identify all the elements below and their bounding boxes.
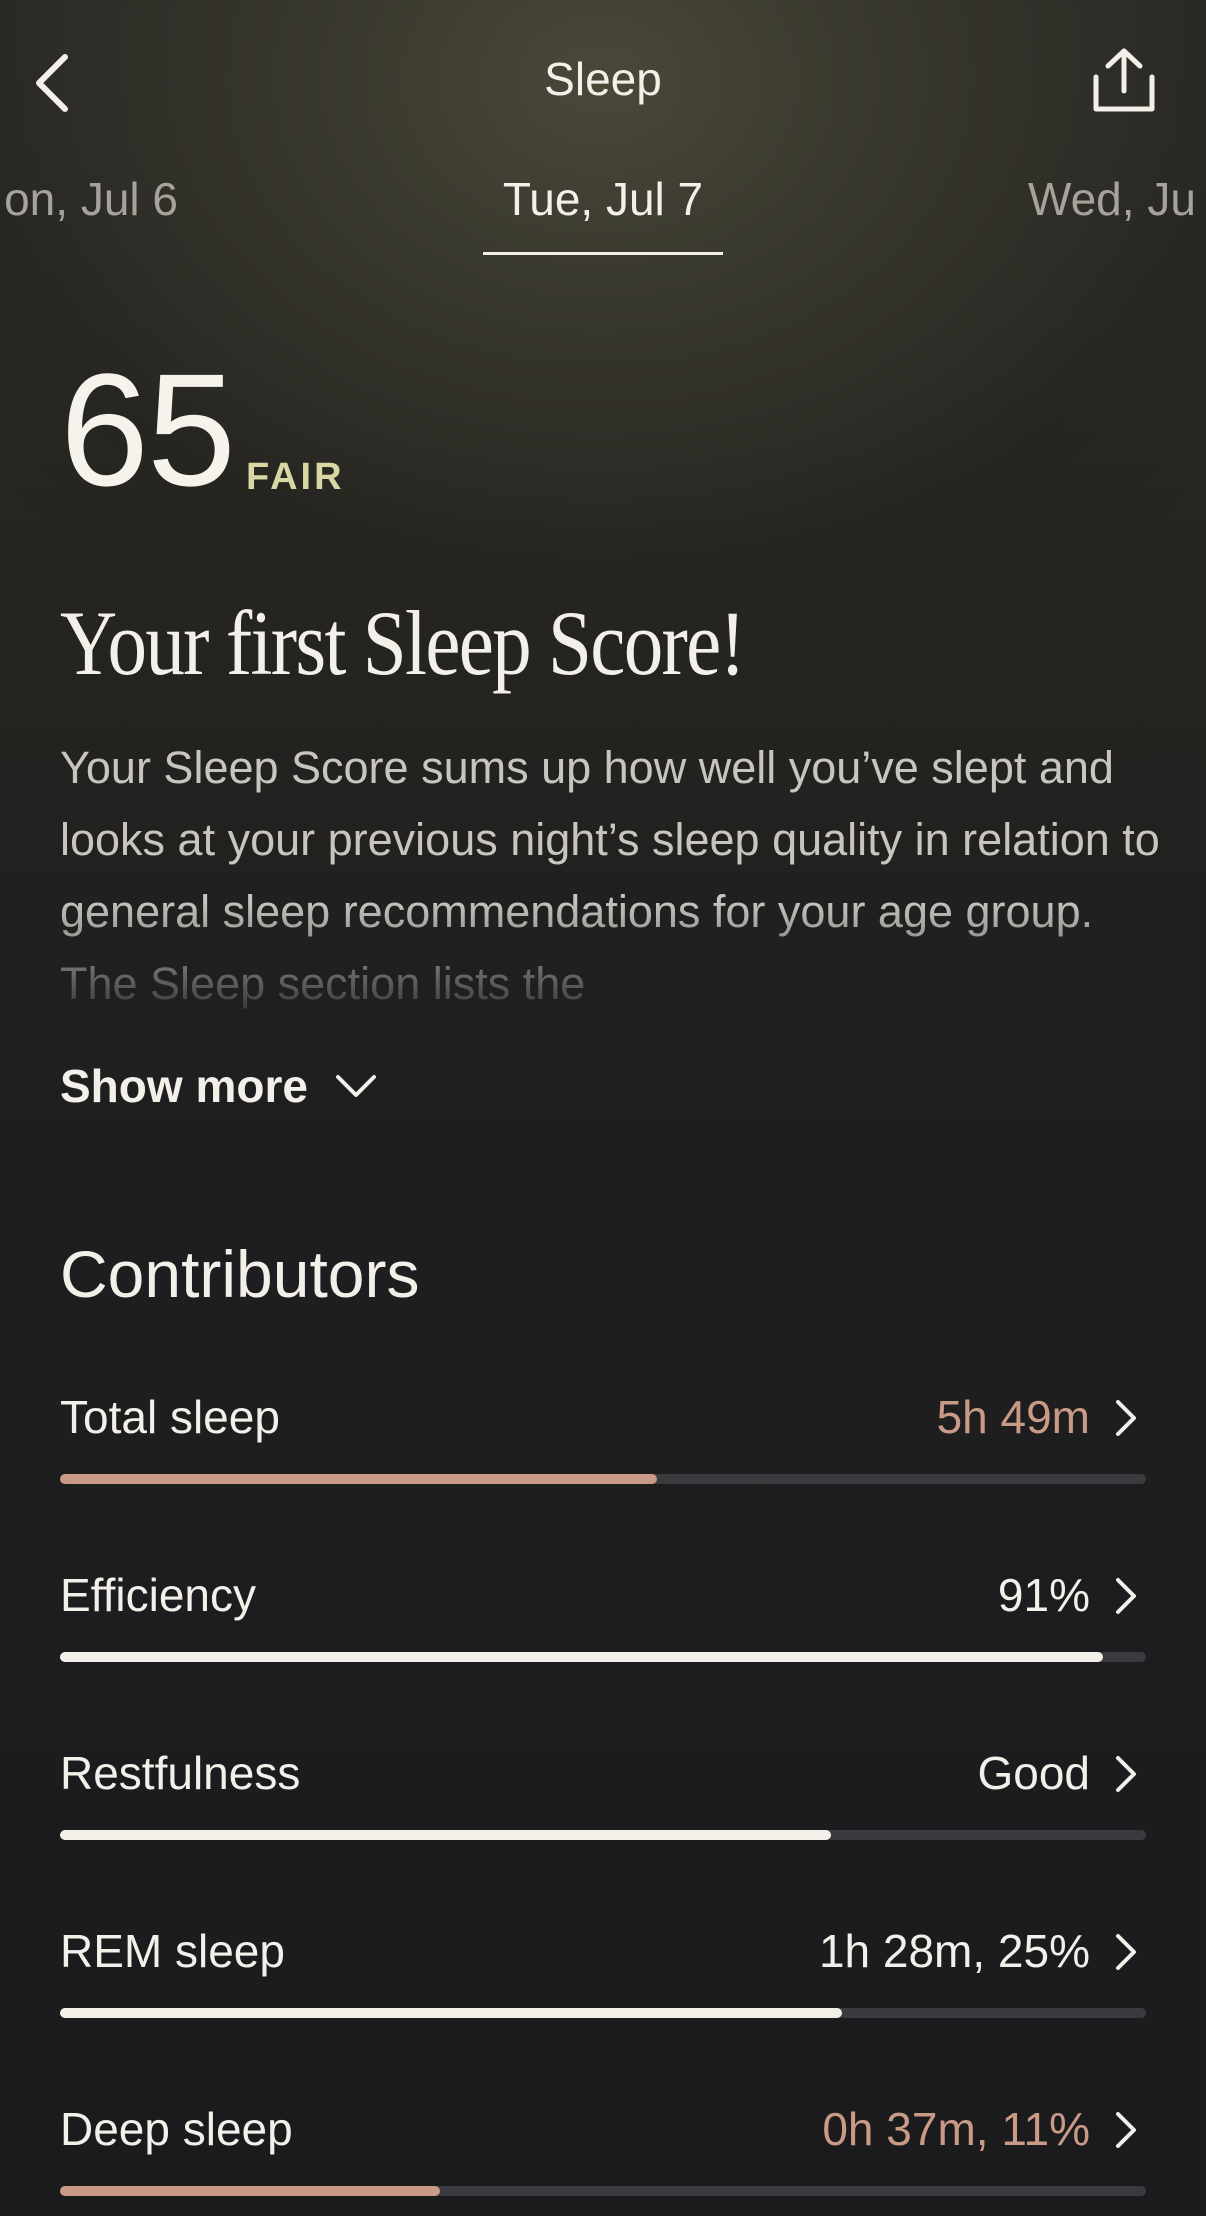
- show-more-label: Show more: [60, 1060, 308, 1112]
- contributor-bar-track: [60, 1830, 1146, 1840]
- contributor-name: Total sleep: [60, 1391, 280, 1443]
- share-icon: [1093, 48, 1155, 112]
- show-more-button[interactable]: Show more: [60, 1058, 378, 1114]
- contributor-rem-sleep[interactable]: REM sleep 1h 28m, 25%: [60, 1924, 1146, 2024]
- contributor-bar-fill: [60, 1830, 832, 1840]
- contributor-bar-track: [60, 2186, 1146, 2196]
- chevron-right-icon: [1106, 1928, 1146, 1976]
- contributor-bar-track: [60, 1652, 1146, 1662]
- chevron-right-icon: [1106, 1394, 1146, 1442]
- contributor-name: REM sleep: [60, 1925, 285, 1977]
- date-tab-current[interactable]: Tue, Jul 7: [0, 172, 1206, 226]
- chevron-right-icon: [1106, 1572, 1146, 1620]
- contributor-bar-fill: [60, 2186, 441, 2196]
- contributor-bar-fill: [60, 1474, 658, 1484]
- contributor-efficiency[interactable]: Efficiency 91%: [60, 1568, 1146, 1668]
- contributor-restfulness[interactable]: Restfulness Good: [60, 1746, 1146, 1846]
- page-title: Sleep: [544, 53, 662, 105]
- contributors-heading: Contributors: [60, 1237, 420, 1311]
- contributor-name: Efficiency: [60, 1569, 257, 1621]
- contributor-value: Good: [977, 1747, 1090, 1799]
- contributor-value: 0h 37m, 11%: [822, 2103, 1090, 2155]
- contributor-bar-fill: [60, 1652, 1103, 1662]
- contributor-value: 1h 28m, 25%: [818, 1925, 1090, 1977]
- contributor-value: 5h 49m: [936, 1391, 1090, 1443]
- share-button[interactable]: [1086, 42, 1162, 118]
- headline: Your first Sleep Score!: [60, 592, 746, 694]
- score-description: Your Sleep Score sums up how well you’ve…: [60, 742, 1160, 1009]
- sleep-score-label: FAIR: [246, 456, 345, 498]
- contributor-total-sleep[interactable]: Total sleep 5h 49m: [60, 1390, 1146, 1490]
- contributor-name: Restfulness: [60, 1747, 301, 1799]
- date-tab-next[interactable]: Wed, Ju: [1028, 172, 1196, 226]
- chevron-right-icon: [1106, 1750, 1146, 1798]
- contributor-name: Deep sleep: [60, 2103, 293, 2155]
- contributor-deep-sleep[interactable]: Deep sleep 0h 37m, 11%: [60, 2102, 1146, 2202]
- contributor-bar-track: [60, 1474, 1146, 1484]
- contributor-bar-track: [60, 2008, 1146, 2018]
- date-tab-indicator: [483, 252, 723, 255]
- chevron-down-icon: [335, 1075, 376, 1097]
- chevron-right-icon: [1106, 2106, 1146, 2154]
- sleep-score-value: 65: [60, 340, 236, 519]
- contributor-value: 91%: [997, 1569, 1090, 1621]
- contributor-bar-fill: [60, 2008, 842, 2018]
